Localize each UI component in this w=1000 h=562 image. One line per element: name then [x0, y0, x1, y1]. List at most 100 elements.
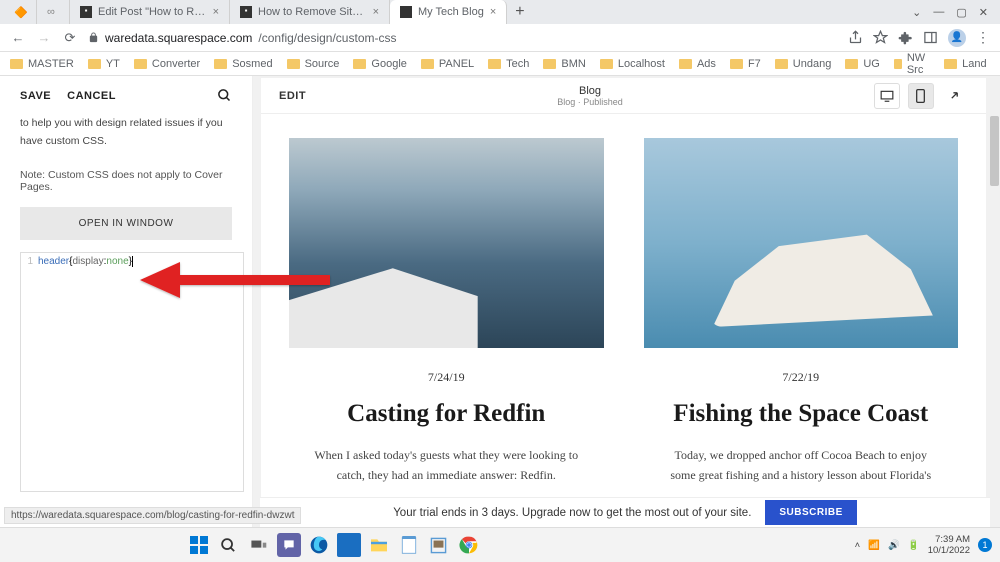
- blog-post[interactable]: 7/22/19 Fishing the Space Coast Today, w…: [644, 138, 959, 517]
- search-icon[interactable]: [217, 88, 232, 103]
- bookmark-item[interactable]: MASTER: [10, 58, 74, 70]
- blog-post[interactable]: 7/24/19 Casting for Redfin When I asked …: [289, 138, 604, 517]
- bookmark-item[interactable]: Ads: [679, 58, 716, 70]
- chevron-down-icon[interactable]: ⌄: [912, 6, 921, 19]
- new-tab-button[interactable]: +: [507, 3, 532, 21]
- tab-icon: ▪: [80, 6, 92, 18]
- bookmark-item[interactable]: Google: [353, 58, 406, 70]
- wifi-icon[interactable]: 📶: [868, 540, 880, 551]
- status-bar: https://waredata.squarespace.com/blog/ca…: [4, 507, 301, 524]
- sidebar-header: SAVE CANCEL: [0, 76, 252, 115]
- expand-button[interactable]: [942, 83, 968, 109]
- preview-content[interactable]: 7/24/19 Casting for Redfin When I asked …: [261, 114, 986, 523]
- taskview-icon[interactable]: [247, 533, 271, 557]
- sidebar: SAVE CANCEL to help you with design rela…: [0, 76, 253, 527]
- preview-title-block[interactable]: Blog Blog · Published: [557, 85, 623, 107]
- css-property: display: [72, 256, 103, 267]
- clock[interactable]: 7:39 AM 10/1/2022: [928, 534, 970, 557]
- share-icon[interactable]: [848, 30, 863, 45]
- extension-icon[interactable]: [898, 30, 913, 45]
- mobile-view-button[interactable]: [908, 83, 934, 109]
- blog-grid: 7/24/19 Casting for Redfin When I asked …: [261, 114, 986, 523]
- bookmark-item[interactable]: Source: [287, 58, 340, 70]
- bookmark-item[interactable]: BMN: [543, 58, 585, 70]
- css-selector: header: [38, 256, 69, 267]
- save-button[interactable]: SAVE: [20, 90, 51, 102]
- notepad-icon[interactable]: [397, 533, 421, 557]
- tab-title: Edit Post "How to Remove Site H…: [98, 6, 207, 18]
- folder-icon: [730, 59, 743, 69]
- taskbar-apps: [187, 533, 481, 557]
- bookmark-item[interactable]: YT: [88, 58, 120, 70]
- minimize-icon[interactable]: —: [933, 6, 944, 19]
- chrome-icon[interactable]: [457, 533, 481, 557]
- text-cursor: [132, 256, 133, 267]
- browser-tab[interactable]: ▪How to Remove Site Header Squ…×: [230, 0, 390, 24]
- browser-tab[interactable]: 🔶: [4, 0, 37, 24]
- forward-button[interactable]: →: [36, 30, 52, 45]
- close-icon[interactable]: ×: [490, 6, 496, 18]
- chevron-up-icon[interactable]: ˄: [855, 540, 861, 551]
- edge-icon[interactable]: [307, 533, 331, 557]
- volume-icon[interactable]: 🔊: [888, 540, 900, 551]
- browser-tab[interactable]: ∞: [37, 0, 70, 24]
- app-icon[interactable]: [337, 533, 361, 557]
- post-date: 7/24/19: [289, 370, 604, 385]
- battery-icon[interactable]: 🔋: [908, 540, 920, 551]
- app-icon[interactable]: [427, 533, 451, 557]
- cancel-button[interactable]: CANCEL: [67, 90, 116, 102]
- maximize-icon[interactable]: ▢: [956, 6, 966, 19]
- panel-icon[interactable]: [923, 30, 938, 45]
- reload-button[interactable]: ⟳: [62, 30, 78, 46]
- preview-panel: EDIT Blog Blog · Published 7/24/19 Casti…: [253, 76, 1000, 527]
- browser-tab-active[interactable]: My Tech Blog ×: [390, 0, 507, 24]
- star-icon[interactable]: [873, 30, 888, 45]
- bookmarks-bar: MASTER YT Converter Sosmed Source Google…: [0, 52, 1000, 76]
- url-domain: waredata.squarespace.com: [105, 31, 252, 45]
- scrollbar[interactable]: [990, 116, 999, 186]
- folder-icon: [845, 59, 858, 69]
- address-bar: ← → ⟳ waredata.squarespace.com/config/de…: [0, 24, 1000, 52]
- bookmark-item[interactable]: UG: [845, 58, 880, 70]
- desktop-view-button[interactable]: [874, 83, 900, 109]
- chat-icon[interactable]: [277, 533, 301, 557]
- close-icon[interactable]: ✕: [979, 6, 988, 19]
- url-field[interactable]: waredata.squarespace.com/config/design/c…: [88, 31, 838, 45]
- tab-title: My Tech Blog: [418, 6, 484, 18]
- close-icon[interactable]: ×: [373, 6, 379, 18]
- menu-icon[interactable]: ⋮: [976, 29, 990, 46]
- back-button[interactable]: ←: [10, 30, 26, 45]
- browser-tab[interactable]: ▪ Edit Post "How to Remove Site H… ×: [70, 0, 230, 24]
- bookmark-item[interactable]: Undang: [775, 58, 832, 70]
- css-value: none: [106, 256, 128, 267]
- edit-button[interactable]: EDIT: [279, 90, 306, 102]
- bookmark-item[interactable]: Tech: [488, 58, 529, 70]
- close-icon[interactable]: ×: [213, 6, 219, 18]
- bookmark-item[interactable]: Land: [944, 58, 986, 70]
- search-icon[interactable]: [217, 533, 241, 557]
- folder-icon: [287, 59, 300, 69]
- folder-icon: [134, 59, 147, 69]
- tab-icon: ▪: [240, 6, 252, 18]
- system-tray: ˄ 📶 🔊 🔋 7:39 AM 10/1/2022 1: [855, 534, 1000, 557]
- trial-text: Your trial ends in 3 days. Upgrade now t…: [393, 507, 751, 519]
- app-container: SAVE CANCEL to help you with design rela…: [0, 76, 1000, 527]
- open-in-window-button[interactable]: OPEN IN WINDOW: [20, 207, 232, 240]
- bookmark-item[interactable]: Converter: [134, 58, 200, 70]
- bookmark-item[interactable]: Localhost: [600, 58, 665, 70]
- folder-icon: [214, 59, 227, 69]
- bookmark-item[interactable]: Sosmed: [214, 58, 272, 70]
- window-controls: ⌄ — ▢ ✕: [912, 6, 996, 19]
- subscribe-button[interactable]: SUBSCRIBE: [765, 500, 856, 525]
- profile-icon[interactable]: 👤: [948, 29, 966, 47]
- folder-icon: [600, 59, 613, 69]
- tab-icon: 🔶: [14, 6, 26, 18]
- bookmark-item[interactable]: F7: [730, 58, 761, 70]
- bookmark-item[interactable]: PANEL: [421, 58, 474, 70]
- explorer-icon[interactable]: [367, 533, 391, 557]
- browser-titlebar: 🔶 ∞ ▪ Edit Post "How to Remove Site H… × ▪…: [0, 0, 1000, 24]
- css-editor[interactable]: 1 header{display:none}: [20, 252, 244, 492]
- bookmark-item[interactable]: NW Src: [894, 52, 930, 76]
- start-button[interactable]: [187, 533, 211, 557]
- notification-icon[interactable]: 1: [978, 538, 992, 552]
